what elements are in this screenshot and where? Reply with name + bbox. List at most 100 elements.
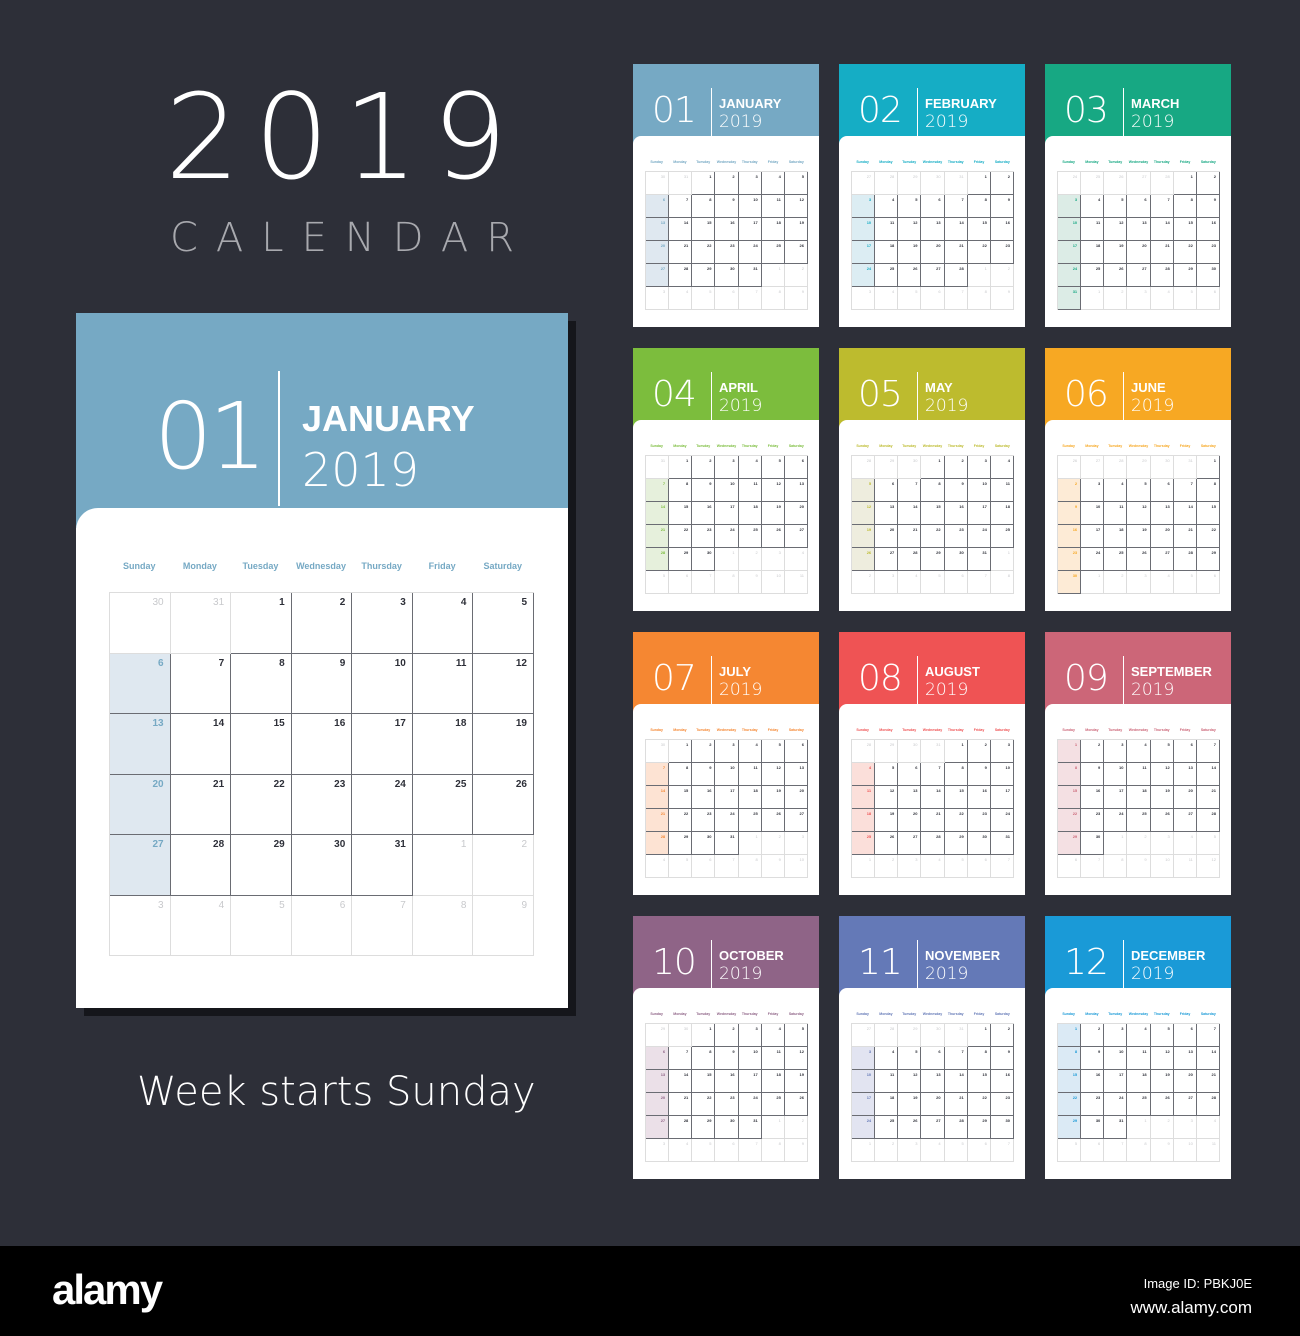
day-cell[interactable]: 11 (738, 479, 762, 502)
day-cell[interactable]: 11 (761, 1047, 785, 1070)
day-cell[interactable]: 17 (990, 786, 1014, 809)
day-cell[interactable]: 13 (646, 218, 670, 241)
day-cell-adjacent-month[interactable]: 8 (1104, 855, 1128, 878)
day-cell[interactable]: 19 (761, 786, 785, 809)
day-cell-adjacent-month[interactable]: 6 (715, 287, 739, 310)
day-cell[interactable]: 5 (1150, 1024, 1174, 1047)
day-cell[interactable]: 27 (646, 264, 670, 287)
day-cell[interactable]: 7 (646, 479, 670, 502)
day-cell[interactable]: 17 (1104, 786, 1128, 809)
day-cell-adjacent-month[interactable]: 3 (761, 548, 785, 571)
day-cell[interactable]: 15 (692, 1070, 716, 1093)
day-cell-adjacent-month[interactable]: 2 (1127, 832, 1151, 855)
day-cell[interactable]: 26 (1104, 264, 1128, 287)
day-cell[interactable]: 11 (1127, 1047, 1151, 1070)
day-cell[interactable]: 18 (761, 218, 785, 241)
day-cell[interactable]: 14 (669, 218, 693, 241)
day-cell[interactable]: 28 (1196, 1093, 1220, 1116)
day-cell[interactable]: 17 (1058, 241, 1082, 264)
day-cell-adjacent-month[interactable]: 8 (412, 895, 474, 956)
day-cell-adjacent-month[interactable]: 5 (944, 855, 968, 878)
day-cell[interactable]: 12 (1127, 502, 1151, 525)
day-cell-adjacent-month[interactable]: 6 (692, 855, 716, 878)
day-cell[interactable]: 5 (898, 1047, 922, 1070)
day-cell[interactable]: 2 (291, 593, 353, 654)
day-cell[interactable]: 3 (738, 172, 762, 195)
day-cell[interactable]: 14 (944, 1070, 968, 1093)
day-cell-adjacent-month[interactable]: 28 (852, 740, 876, 763)
day-cell[interactable]: 20 (110, 774, 171, 835)
day-cell[interactable]: 1 (967, 172, 991, 195)
day-cell-adjacent-month[interactable]: 2 (761, 832, 785, 855)
day-cell-adjacent-month[interactable]: 3 (1127, 571, 1151, 594)
day-cell[interactable]: 4 (852, 763, 876, 786)
day-cell[interactable]: 13 (1173, 763, 1197, 786)
day-cell[interactable]: 30 (692, 548, 716, 571)
day-cell[interactable]: 18 (1104, 525, 1128, 548)
day-cell[interactable]: 23 (715, 241, 739, 264)
day-cell[interactable]: 1 (1196, 456, 1220, 479)
day-cell[interactable]: 25 (738, 809, 762, 832)
day-cell[interactable]: 18 (852, 809, 876, 832)
day-cell-adjacent-month[interactable]: 29 (898, 1024, 922, 1047)
day-cell[interactable]: 5 (784, 1024, 808, 1047)
day-cell[interactable]: 15 (1196, 502, 1220, 525)
day-cell[interactable]: 4 (875, 1047, 899, 1070)
day-cell-adjacent-month[interactable]: 4 (921, 855, 945, 878)
day-cell[interactable]: 12 (784, 1047, 808, 1070)
day-cell-adjacent-month[interactable]: 3 (1150, 832, 1174, 855)
day-cell[interactable]: 11 (1081, 218, 1105, 241)
day-cell[interactable]: 7 (646, 763, 670, 786)
day-cell[interactable]: 26 (1150, 809, 1174, 832)
day-cell[interactable]: 22 (1196, 525, 1220, 548)
day-cell[interactable]: 2 (715, 1024, 739, 1047)
day-cell[interactable]: 21 (1173, 525, 1197, 548)
day-cell-adjacent-month[interactable]: 11 (1173, 855, 1197, 878)
day-cell[interactable]: 2 (692, 456, 716, 479)
day-cell[interactable]: 17 (1081, 525, 1105, 548)
day-cell[interactable]: 8 (669, 763, 693, 786)
day-cell-adjacent-month[interactable]: 3 (110, 895, 171, 956)
day-cell-adjacent-month[interactable]: 27 (1081, 456, 1105, 479)
day-cell-adjacent-month[interactable]: 9 (1127, 855, 1151, 878)
day-cell-adjacent-month[interactable]: 31 (921, 740, 945, 763)
day-cell[interactable]: 24 (1104, 1093, 1128, 1116)
day-cell[interactable]: 20 (1127, 241, 1151, 264)
day-cell[interactable]: 20 (1173, 786, 1197, 809)
day-cell-adjacent-month[interactable]: 7 (738, 1139, 762, 1162)
day-cell-adjacent-month[interactable]: 11 (784, 571, 808, 594)
day-cell[interactable]: 16 (715, 1070, 739, 1093)
day-cell[interactable]: 23 (944, 525, 968, 548)
day-cell[interactable]: 10 (738, 1047, 762, 1070)
day-cell[interactable]: 15 (231, 714, 292, 775)
day-cell[interactable]: 14 (170, 714, 232, 775)
day-cell[interactable]: 13 (110, 714, 171, 775)
day-cell[interactable]: 8 (967, 1047, 991, 1070)
day-cell[interactable]: 13 (646, 1070, 670, 1093)
day-cell[interactable]: 28 (1196, 809, 1220, 832)
day-cell[interactable]: 22 (1058, 809, 1082, 832)
day-cell[interactable]: 20 (921, 241, 945, 264)
day-cell[interactable]: 13 (1150, 502, 1174, 525)
day-cell-adjacent-month[interactable]: 27 (1127, 172, 1151, 195)
day-cell[interactable]: 3 (852, 1047, 876, 1070)
day-cell[interactable]: 20 (1173, 1070, 1197, 1093)
day-cell[interactable]: 25 (875, 264, 899, 287)
day-cell[interactable]: 7 (944, 195, 968, 218)
day-cell-adjacent-month[interactable]: 1 (852, 855, 876, 878)
day-cell[interactable]: 3 (1104, 1024, 1128, 1047)
day-cell[interactable]: 17 (738, 1070, 762, 1093)
day-cell-adjacent-month[interactable]: 1 (715, 548, 739, 571)
day-cell[interactable]: 6 (646, 1047, 670, 1070)
day-cell-adjacent-month[interactable]: 6 (944, 571, 968, 594)
day-cell[interactable]: 27 (1173, 1093, 1197, 1116)
day-cell[interactable]: 28 (944, 1116, 968, 1139)
day-cell-adjacent-month[interactable]: 6 (1196, 571, 1220, 594)
day-cell[interactable]: 24 (738, 1093, 762, 1116)
month-card-may[interactable]: 05 MAY 2019 Sunday Monday Tuesday Wednesday Thu… (839, 348, 1025, 611)
day-cell[interactable]: 18 (1127, 1070, 1151, 1093)
month-card-september[interactable]: 09 SEPTEMBER 2019 Sunday Monday Tuesday Wednes… (1045, 632, 1231, 895)
day-cell[interactable]: 15 (967, 1070, 991, 1093)
day-cell-adjacent-month[interactable]: 2 (473, 835, 534, 896)
day-cell[interactable]: 24 (1081, 548, 1105, 571)
